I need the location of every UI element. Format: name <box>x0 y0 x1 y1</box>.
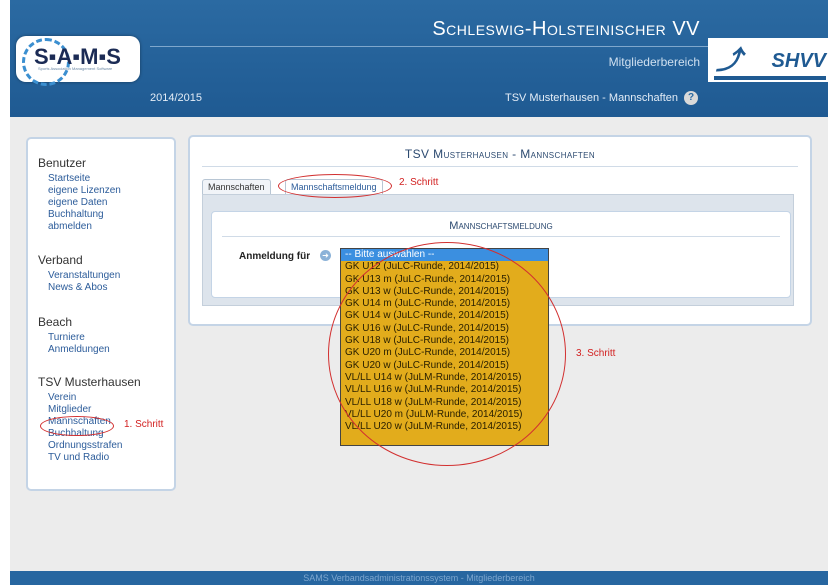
app-title: Schleswig-Holsteinischer VV <box>432 18 700 40</box>
nav-item-eigene-daten[interactable]: eigene Daten <box>48 197 108 209</box>
nav-heading-club: TSV Musterhausen <box>38 375 141 389</box>
shvv-logo-text: SHVV <box>771 50 826 72</box>
shvv-mark-icon: ⤴ <box>716 45 743 75</box>
nav-item-verein[interactable]: Verein <box>48 392 76 404</box>
nav-item-anmeldungen[interactable]: Anmeldungen <box>48 344 110 356</box>
anmeldung-label: Anmeldung für <box>239 251 311 262</box>
nav-item-buchhaltung[interactable]: Buchhaltung <box>48 209 104 221</box>
footer: SAMS Verbandsadministrationssystem - Mit… <box>10 571 828 585</box>
nav-item-veranstaltungen[interactable]: Veranstaltungen <box>48 270 120 282</box>
header: S▪A▪M▪S Sports Association Management So… <box>10 0 828 117</box>
nav-item-mitglieder[interactable]: Mitglieder <box>48 404 91 416</box>
area-label: Mitgliederbereich <box>608 55 700 69</box>
logo-subtitle: Sports Association Management Software <box>38 66 113 71</box>
page-frame: S▪A▪M▪S Sports Association Management So… <box>10 0 828 585</box>
tab-mannschaften[interactable]: Mannschaften <box>202 179 271 195</box>
season-label: 2014/2015 <box>150 92 202 104</box>
page-title: TSV Musterhausen - Mannschaften <box>404 147 596 161</box>
nav-item-eigene-lizenzen[interactable]: eigene Lizenzen <box>48 185 121 197</box>
nav-item-abmelden[interactable]: abmelden <box>48 221 92 233</box>
step3-ellipse <box>328 242 566 466</box>
nav-heading-verband: Verband <box>38 253 83 267</box>
club-context: TSV Musterhausen - Mannschaften <box>504 92 678 104</box>
shvv-logo-bar <box>714 76 826 80</box>
nav-heading-beach: Beach <box>38 315 73 329</box>
step2-label: 2. Schritt <box>399 177 439 188</box>
nav-heading-benutzer: Benutzer <box>38 156 87 170</box>
sams-logo[interactable]: S▪A▪M▪S Sports Association Management So… <box>16 36 140 86</box>
step3-label: 3. Schritt <box>576 348 616 359</box>
section-divider <box>222 236 780 237</box>
step2-ellipse <box>278 174 392 198</box>
sidebar: Benutzer Startseite eigene Lizenzen eige… <box>26 137 176 491</box>
step1-ellipse <box>40 416 114 436</box>
step1-label: 1. Schritt <box>124 419 164 430</box>
nav-item-turniere[interactable]: Turniere <box>48 332 85 344</box>
nav-item-startseite[interactable]: Startseite <box>48 173 90 185</box>
help-icon[interactable]: ? <box>684 91 698 105</box>
nav-item-tv-radio[interactable]: TV und Radio <box>48 452 109 464</box>
arrow-right-icon: ➜ <box>320 250 331 261</box>
section-title: Mannschaftsmeldung <box>449 220 553 232</box>
nav-item-ordnungsstrafen[interactable]: Ordnungsstrafen <box>48 440 123 452</box>
title-divider <box>202 166 798 167</box>
nav-item-news-abos[interactable]: News & Abos <box>48 282 107 294</box>
shvv-logo[interactable]: ⤴ SHVV <box>708 38 828 82</box>
